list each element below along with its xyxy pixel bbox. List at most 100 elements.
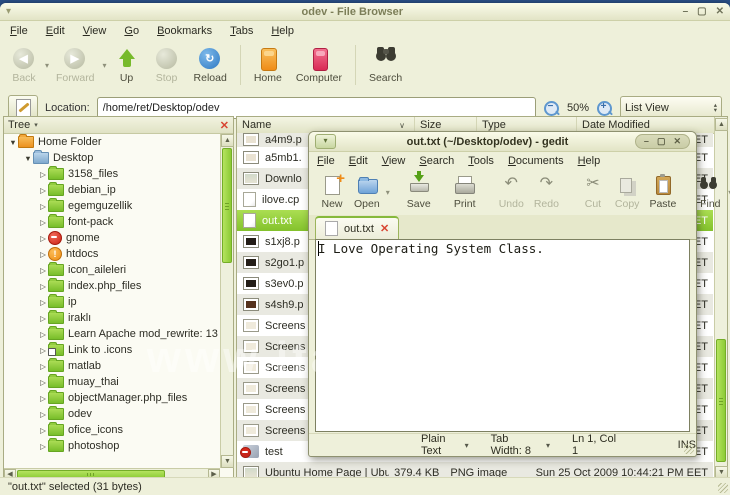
tree-expander-icon[interactable]: ▷ xyxy=(38,410,48,419)
fb-maximize-button[interactable]: ▢ xyxy=(697,6,706,17)
language-selector[interactable]: Plain Text ▾ xyxy=(421,433,469,457)
tree-expander-icon[interactable]: ▷ xyxy=(38,282,48,291)
tree-item-gnome[interactable]: ▷ gnome xyxy=(4,230,220,246)
fb-menu-help[interactable]: Help xyxy=(271,25,294,37)
gedit-redo-button[interactable]: ↷ Redo xyxy=(529,174,564,211)
tree-expander-icon[interactable]: ▷ xyxy=(38,202,48,211)
gedit-menu-search[interactable]: Search xyxy=(419,155,454,167)
fb-forward-button[interactable]: ▶ Forward xyxy=(49,46,102,85)
fb-stop-button[interactable]: Stop xyxy=(147,46,187,85)
list-vscroll-thumb[interactable] xyxy=(716,339,726,462)
gedit-maximize-button[interactable]: ▢ xyxy=(657,136,666,147)
gedit-menu-tools[interactable]: Tools xyxy=(468,155,494,167)
sidebar-mode-select[interactable]: Tree xyxy=(8,119,30,131)
text-editor-area[interactable]: I Love Operating System Class. xyxy=(315,239,690,432)
tree-expander-icon[interactable]: ▷ xyxy=(38,186,48,195)
tree-item-font-pack[interactable]: ▷ font-pack xyxy=(4,214,220,230)
gedit-cut-button[interactable]: ✂ Cut xyxy=(576,174,610,211)
tree-expander-icon[interactable]: ▷ xyxy=(38,378,48,387)
fb-close-button[interactable]: ✕ xyxy=(716,6,724,17)
fb-reload-button[interactable]: ↻ Reload xyxy=(187,46,234,85)
gedit-close-button[interactable]: ✕ xyxy=(673,136,681,147)
tree-expander-icon[interactable]: ▷ xyxy=(38,298,48,307)
gedit-minimize-button[interactable]: – xyxy=(644,136,649,147)
zoom-out-icon[interactable]: − xyxy=(543,100,560,117)
tree-item-objectmanager-php-files[interactable]: ▷ objectManager.php_files xyxy=(4,390,220,406)
gedit-open-dropdown-icon[interactable]: ▾ xyxy=(386,188,390,197)
tree-item-ip[interactable]: ▷ ip xyxy=(4,294,220,310)
gedit-undo-button[interactable]: ↶ Undo xyxy=(494,174,529,211)
gedit-window-menu-icon[interactable]: ▾ xyxy=(315,134,336,149)
fb-menu-file[interactable]: File xyxy=(10,25,28,37)
gedit-new-button[interactable]: New xyxy=(315,170,349,211)
gedit-menu-file[interactable]: File xyxy=(317,155,335,167)
fb-menu-bookmarks[interactable]: Bookmarks xyxy=(157,25,212,37)
tree-item-icon-aileleri[interactable]: ▷ icon_aileleri xyxy=(4,262,220,278)
tree-expander-icon[interactable]: ▷ xyxy=(38,250,48,259)
tree-expander-icon[interactable]: ▼ xyxy=(23,154,33,163)
tree-expander-icon[interactable]: ▷ xyxy=(38,394,48,403)
tree-item-home-folder[interactable]: ▼ Home Folder xyxy=(4,134,220,150)
fb-menu-view[interactable]: View xyxy=(83,25,107,37)
tree-expander-icon[interactable]: ▷ xyxy=(38,266,48,275)
tree-item-debian-ip[interactable]: ▷ debian_ip xyxy=(4,182,220,198)
tree-item-matlab[interactable]: ▷ matlab xyxy=(4,358,220,374)
tree-item-muay-thai[interactable]: ▷ muay_thai xyxy=(4,374,220,390)
tree-expander-icon[interactable]: ▷ xyxy=(38,442,48,451)
tree-item-odev[interactable]: ▷ odev xyxy=(4,406,220,422)
fb-minimize-button[interactable]: – xyxy=(683,6,689,17)
fb-home-button[interactable]: Home xyxy=(247,46,289,85)
tree-expander-icon[interactable]: ▷ xyxy=(38,218,48,227)
tree-item-htdocs[interactable]: ▷ htdocs xyxy=(4,246,220,262)
fb-search-button[interactable]: Search xyxy=(362,46,409,85)
gedit-open-button[interactable]: Open xyxy=(349,174,385,211)
sidebar-vscroll-thumb[interactable] xyxy=(222,148,232,263)
tree-item-learn-apache-mod-rewrite-13-real-work[interactable]: ▷ Learn Apache mod_rewrite: 13 Real-work xyxy=(4,326,220,342)
gedit-save-button[interactable]: Save xyxy=(402,170,436,211)
tree-expander-icon[interactable]: ▷ xyxy=(38,362,48,371)
fb-menu-go[interactable]: Go xyxy=(124,25,139,37)
fb-computer-button[interactable]: Computer xyxy=(289,46,349,85)
gedit-paste-button[interactable]: Paste xyxy=(644,173,681,211)
gedit-resize-grip[interactable] xyxy=(684,444,694,454)
tree-item-3158-files[interactable]: ▷ 3158_files xyxy=(4,166,220,182)
fb-menu-edit[interactable]: Edit xyxy=(46,25,65,37)
sidebar-close-icon[interactable]: ✕ xyxy=(220,119,229,132)
tree-item-photoshop[interactable]: ▷ photoshop xyxy=(4,438,220,454)
tree-item-irakl-[interactable]: ▷ iraklı xyxy=(4,310,220,326)
tree-expander-icon[interactable]: ▷ xyxy=(38,330,48,339)
fb-resize-grip[interactable] xyxy=(718,483,728,493)
scroll-up-icon[interactable]: ▲ xyxy=(221,134,234,147)
tab-close-icon[interactable]: ✕ xyxy=(380,222,389,235)
fb-up-button[interactable]: Up xyxy=(107,46,147,85)
fb-back-button[interactable]: ◀ Back xyxy=(4,46,44,85)
tree-expander-icon[interactable]: ▷ xyxy=(38,314,48,323)
tree-item-index-php-files[interactable]: ▷ index.php_files xyxy=(4,278,220,294)
gedit-menu-edit[interactable]: Edit xyxy=(349,155,368,167)
gedit-menu-view[interactable]: View xyxy=(382,155,406,167)
sidebar-vscrollbar[interactable]: ▲ ▼ xyxy=(220,134,234,468)
tab-width-selector[interactable]: Tab Width: 8 ▾ xyxy=(491,433,550,457)
scroll-up-icon[interactable]: ▲ xyxy=(715,118,728,131)
tree-expander-icon[interactable]: ▷ xyxy=(38,170,48,179)
tree-item-egemguzellik[interactable]: ▷ egemguzellik xyxy=(4,198,220,214)
tree-expander-icon[interactable]: ▷ xyxy=(38,426,48,435)
scroll-down-icon[interactable]: ▼ xyxy=(221,455,234,468)
gedit-menu-help[interactable]: Help xyxy=(578,155,601,167)
tree-item-ofice-icons[interactable]: ▷ ofice_icons xyxy=(4,422,220,438)
fb-menu-tabs[interactable]: Tabs xyxy=(230,25,253,37)
gedit-find-button[interactable]: Find xyxy=(693,174,727,211)
gedit-menu-documents[interactable]: Documents xyxy=(508,155,564,167)
gedit-copy-button[interactable]: Copy xyxy=(610,174,645,211)
tree-expander-icon[interactable]: ▷ xyxy=(38,234,48,243)
gedit-print-button[interactable]: Print xyxy=(448,174,482,211)
tree-item-desktop[interactable]: ▼ Desktop xyxy=(4,150,220,166)
tree-expander-icon[interactable]: ▼ xyxy=(8,138,18,147)
sidebar-mode-chevron-icon[interactable]: ▾ xyxy=(34,121,220,129)
gedit-titlebar[interactable]: ▾ out.txt (~/Desktop/odev) - gedit – ▢ ✕ xyxy=(309,132,696,152)
tree-expander-icon[interactable]: ▷ xyxy=(38,346,48,355)
tab-out-txt[interactable]: out.txt ✕ xyxy=(315,216,400,239)
zoom-in-icon[interactable]: + xyxy=(596,100,613,117)
fb-titlebar[interactable]: ▾ odev - File Browser – ▢ ✕ xyxy=(0,3,730,21)
window-menu-icon[interactable]: ▾ xyxy=(6,6,22,17)
